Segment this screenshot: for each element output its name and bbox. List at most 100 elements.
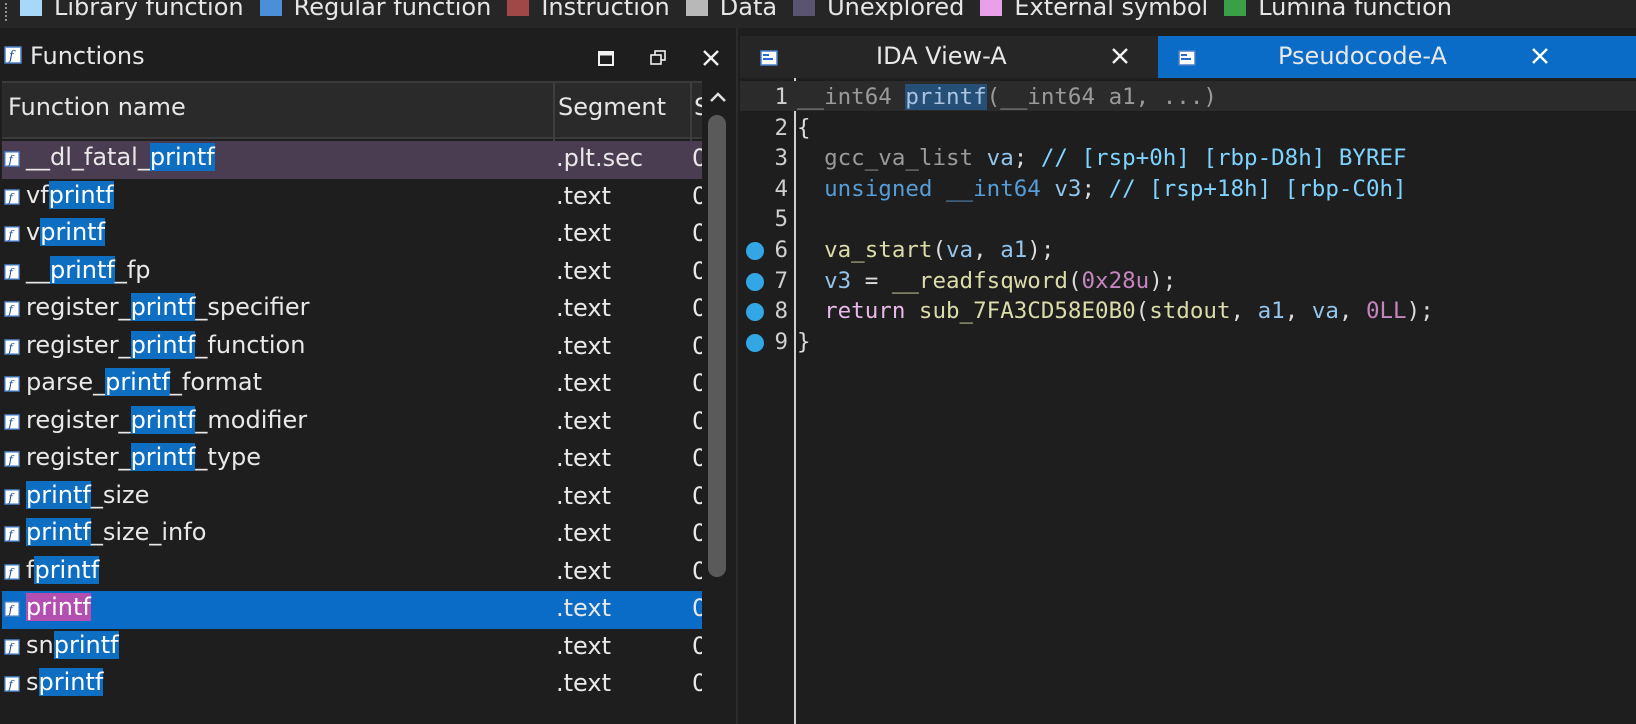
function-name: printf: [26, 593, 91, 621]
code-line[interactable]: 5: [740, 203, 1636, 233]
code-line[interactable]: 2{: [740, 112, 1636, 142]
function-start: 0: [692, 144, 702, 172]
column-separator[interactable]: [553, 83, 555, 141]
code-line[interactable]: 7 v3 = __readfsqword(0x28u);: [740, 265, 1636, 295]
function-row[interactable]: f register_printf_modifier .text 0: [2, 404, 702, 442]
name-suffix: _type: [195, 443, 262, 471]
code-line[interactable]: 3 gcc_va_list va; // [rsp+0h] [rbp-D8h] …: [740, 142, 1636, 172]
close-icon[interactable]: [1110, 46, 1130, 66]
code-token: {: [797, 114, 811, 141]
toolbar-grip[interactable]: [4, 2, 8, 22]
code-line[interactable]: 6 va_start(va, a1);: [740, 234, 1636, 264]
function-row[interactable]: f parse_printf_format .text 0: [2, 366, 702, 404]
code-line[interactable]: 4 unsigned __int64 v3; // [rsp+18h] [rbp…: [740, 173, 1636, 203]
function-row[interactable]: f vfprintf .text 0: [2, 179, 702, 217]
name-prefix: vf: [26, 180, 49, 209]
code-token: ;: [1081, 175, 1109, 202]
pseudocode-editor[interactable]: 1 __int64 printf(__int64 a1, ...) 2{3 gcc_…: [740, 78, 1636, 724]
function-row[interactable]: f sprintf .text 0: [2, 666, 702, 704]
legend-swatch: [1224, 0, 1247, 16]
function-segment: .text: [556, 594, 611, 622]
name-prefix: v: [26, 218, 41, 246]
function-start: 0: [692, 406, 702, 435]
functions-scrollbar[interactable]: [704, 81, 732, 724]
line-number: 7: [774, 267, 788, 294]
function-row[interactable]: f __printf_fp .text 0: [2, 254, 702, 292]
column-segment[interactable]: Segment: [558, 93, 666, 121]
tab-ida-view-a[interactable]: IDA View-A: [740, 36, 1158, 78]
function-segment: .text: [556, 481, 611, 510]
name-suffix: _size: [90, 480, 150, 509]
view-tabs: IDA View-A Pseudocode-A: [740, 36, 1636, 78]
name-prefix: parse_: [26, 368, 106, 396]
code-token: a1: [1000, 237, 1028, 263]
scroll-up-icon[interactable]: [708, 89, 728, 105]
line-number: 2: [774, 114, 788, 141]
breakpoint-dot-icon[interactable]: [746, 303, 764, 322]
line-number: 8: [774, 298, 788, 325]
tab-label: IDA View-A: [876, 42, 1007, 70]
function-row[interactable]: f printf_size_info .text 0: [2, 516, 702, 554]
legend-label: Instruction: [541, 0, 670, 21]
search-match: printf: [34, 555, 100, 584]
function-start: 0: [692, 444, 702, 472]
column-separator[interactable]: [690, 83, 692, 141]
column-next[interactable]: S: [694, 93, 702, 121]
function-row[interactable]: f register_printf_type .text 0: [2, 441, 702, 479]
tab-pseudocode-a[interactable]: Pseudocode-A: [1158, 36, 1636, 78]
name-prefix: sn: [26, 630, 54, 659]
code-token: va_start: [797, 237, 933, 263]
code-token: =: [851, 267, 892, 294]
legend-label: Library function: [54, 0, 244, 21]
function-row[interactable]: f printf .text 0: [2, 591, 702, 629]
function-start: 0: [692, 519, 702, 547]
name-suffix: _specifier: [195, 293, 310, 321]
function-start: 0: [692, 181, 702, 210]
maximize-button[interactable]: [592, 44, 620, 72]
code-text: va_start(va, a1);: [797, 237, 1054, 263]
function-icon: f: [4, 638, 20, 659]
legend-swatch: [980, 0, 1003, 16]
code-line[interactable]: 9}: [740, 326, 1636, 356]
function-start: 0: [692, 669, 702, 697]
code-token: }: [797, 328, 811, 355]
breakpoint-dot-icon[interactable]: [746, 272, 764, 291]
legend-swatch: [20, 0, 42, 16]
breakpoint-dot-icon[interactable]: [746, 333, 764, 352]
search-match: printf: [50, 255, 115, 284]
code-token: va: [1311, 298, 1339, 325]
code-line[interactable]: 8 return sub_7FA3CD58E0B0(stdout, a1, va…: [740, 295, 1636, 325]
scrollbar-thumb[interactable]: [708, 115, 726, 577]
legend-item: Regular function: [259, 0, 491, 21]
column-function-name[interactable]: Function name: [8, 93, 186, 121]
function-segment: .text: [556, 219, 611, 247]
code-token: (: [1135, 298, 1150, 325]
name-prefix: register_: [26, 293, 131, 321]
function-name: __printf_fp: [26, 255, 151, 284]
code-line[interactable]: 1 __int64 printf(__int64 a1, ...): [740, 81, 1636, 111]
search-match: printf: [38, 668, 104, 696]
function-name: printf_size: [26, 480, 150, 509]
maximize-icon: [598, 51, 614, 66]
code-token: va: [946, 237, 974, 263]
breakpoint-dot-icon[interactable]: [746, 242, 764, 260]
functions-panel-titlebar[interactable]: f Functions: [0, 38, 738, 82]
code-text: __int64 printf(__int64 a1, ...): [797, 84, 1217, 110]
restore-button[interactable]: [644, 44, 672, 72]
function-icon: f: [4, 451, 20, 471]
function-row[interactable]: f snprintf .text 0: [2, 629, 702, 667]
function-row[interactable]: f fprintf .text 0: [2, 554, 702, 592]
function-row[interactable]: f register_printf_function .text 0: [2, 329, 702, 367]
function-row[interactable]: f __dl_fatal_printf .plt.sec 0: [2, 141, 702, 179]
function-name: register_printf_type: [26, 443, 261, 471]
function-row[interactable]: f register_printf_specifier .text 0: [2, 291, 702, 329]
close-icon[interactable]: [1530, 46, 1550, 66]
search-match: printf: [130, 293, 196, 321]
function-row[interactable]: f printf_size .text 0: [2, 479, 702, 517]
close-panel-button[interactable]: [697, 44, 725, 72]
function-icon: f: [4, 188, 20, 209]
function-icon: f: [4, 226, 20, 246]
code-token: gcc_va_list: [797, 145, 987, 172]
function-row[interactable]: f vprintf .text 0: [2, 216, 702, 254]
name-prefix: register_: [26, 330, 131, 359]
